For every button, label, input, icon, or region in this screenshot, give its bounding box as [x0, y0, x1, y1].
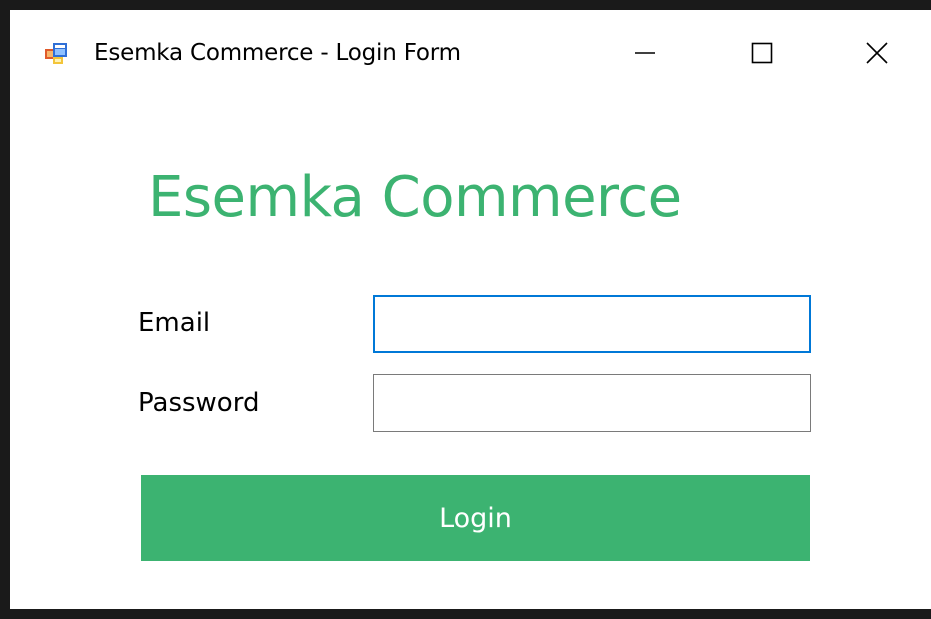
password-label: Password: [138, 388, 260, 418]
password-input[interactable]: [373, 374, 811, 432]
maximize-icon: [747, 38, 777, 72]
frame-border-left: [0, 0, 10, 619]
close-icon: [862, 38, 892, 72]
winforms-app-icon[interactable]: [44, 42, 68, 66]
email-input[interactable]: [373, 295, 811, 353]
frame-border-top: [0, 0, 931, 10]
title-bar[interactable]: Esemka Commerce - Login Form: [10, 10, 931, 100]
minimize-icon: [630, 38, 660, 72]
window-title: Esemka Commerce - Login Form: [94, 40, 461, 66]
maximize-button[interactable]: [727, 30, 797, 80]
login-button[interactable]: Login: [141, 475, 810, 561]
minimize-button[interactable]: [610, 30, 680, 80]
login-window: Esemka Commerce - Login Form Esemka Comm…: [10, 10, 931, 609]
email-label: Email: [138, 308, 211, 338]
close-button[interactable]: [842, 30, 912, 80]
app-heading: Esemka Commerce: [148, 165, 682, 230]
frame-border-bottom: [0, 609, 931, 619]
screen: Esemka Commerce - Login Form Esemka Comm…: [0, 0, 931, 619]
